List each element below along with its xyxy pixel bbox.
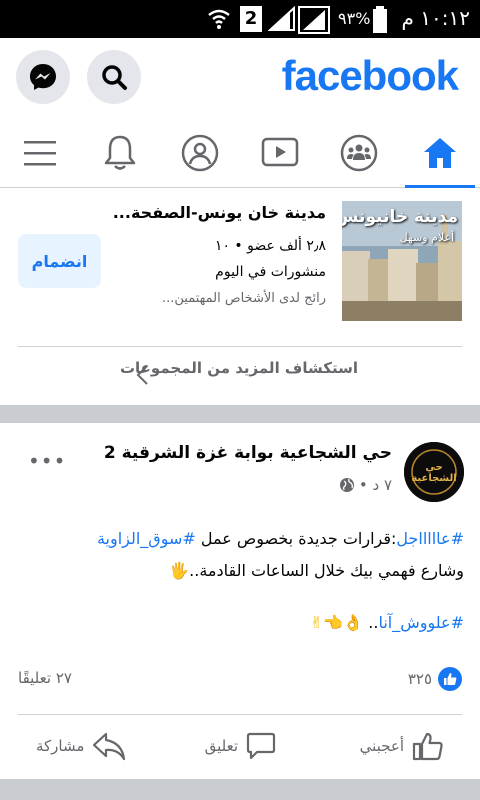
avatar[interactable]: حي الشجاعية — [404, 442, 464, 502]
bell-icon — [104, 135, 136, 170]
group-thumbnail-title: مدينة خانيونس — [342, 207, 458, 227]
tab-menu[interactable] — [5, 118, 75, 188]
post-line-1-text: :قرارات جديدة بخصوص عمل — [195, 529, 397, 548]
globe-icon — [339, 478, 354, 492]
share-icon — [93, 732, 126, 761]
sim-badge: 2 — [240, 6, 262, 32]
messenger-button[interactable] — [16, 50, 70, 104]
post-card: حي الشجاعية حي الشجاعية بوابة غزة الشرقي… — [0, 423, 480, 779]
post-text: #عاااااجل:قرارات جديدة بخصوص عمل #سوق_ال… — [16, 523, 464, 587]
battery-percent: ٩٣% — [338, 9, 371, 28]
clock: ١٠:١٢ م — [401, 6, 470, 30]
tab-watch[interactable] — [245, 118, 315, 188]
app-header: facebook — [0, 38, 480, 112]
group-name[interactable]: مدينة خان يونس-الصفحة... — [113, 203, 326, 222]
explore-groups-link[interactable]: استكشاف المزيد من المجموعات — [120, 359, 358, 377]
nav-tabs — [0, 118, 480, 188]
group-hint: رائج لدى الأشخاص المهتمين... — [162, 291, 326, 306]
group-thumbnail[interactable]: مدينة خانيونس أعلام وسهل — [342, 201, 462, 321]
comments-count[interactable]: ٢٧ تعليقًا — [18, 669, 72, 687]
tab-notifications[interactable] — [85, 118, 155, 188]
post-line-2-text: وشارع فهمي بيك خلال الساعات القادمة.. — [189, 561, 464, 580]
search-icon — [102, 65, 127, 90]
feed-separator — [0, 405, 480, 423]
like-label: أعجبني — [359, 737, 404, 755]
tab-profile[interactable] — [165, 118, 235, 188]
watch-icon — [261, 137, 299, 167]
post-author[interactable]: حي الشجاعية بوابة غزة الشرقية 2 — [104, 443, 392, 463]
like-reaction-icon — [438, 667, 462, 691]
like-button[interactable]: أعجبني — [360, 729, 444, 763]
group-meta: ٢٫٨ ألف عضو • ١٠ منشورات في اليوم — [214, 238, 326, 280]
post-timestamp[interactable]: ٧ د • — [339, 476, 392, 494]
messenger-icon — [30, 64, 56, 90]
status-bar: 2 ٩٣% ١٠:١٢ م — [0, 0, 480, 38]
home-icon — [424, 138, 456, 168]
share-label: مشاركة — [36, 737, 85, 755]
more-options-icon[interactable]: ••• — [28, 449, 66, 473]
hand-emojis: 👌👈✌ — [309, 613, 364, 632]
signal-icon — [268, 6, 295, 31]
menu-icon — [24, 141, 56, 166]
share-button[interactable]: مشاركة — [36, 729, 126, 763]
avatar-text: حي الشجاعية — [411, 462, 457, 484]
reaction-summary[interactable]: ٣٢٥ — [408, 667, 462, 691]
divider — [18, 346, 462, 347]
tab-home[interactable] — [405, 118, 475, 188]
post-line-2: وشارع فهمي بيك خلال الساعات القادمة..🖐 — [16, 555, 464, 587]
thumbs-up-icon — [412, 732, 443, 761]
reaction-count: ٣٢٥ — [407, 670, 432, 688]
divider — [18, 714, 462, 715]
group-thumbnail-subtitle: أعلام وسهل — [399, 231, 454, 244]
post-tags-suffix: .. — [368, 613, 379, 632]
profile-icon — [181, 134, 219, 172]
post-tags-line: #علووش_آنا.. 👌👈✌ — [310, 613, 464, 632]
comment-label: تعليق — [204, 737, 238, 755]
battery-icon — [373, 6, 387, 33]
post-line-1: #عاااااجل:قرارات جديدة بخصوص عمل #سوق_ال… — [16, 523, 464, 555]
hashtag-link[interactable]: #سوق_الزاوية — [97, 529, 196, 548]
groups-icon — [340, 134, 378, 172]
wifi-icon — [208, 9, 230, 29]
group-suggestion-card: مدينة خانيونس أعلام وسهل مدينة خان يونس-… — [0, 189, 480, 405]
facebook-logo[interactable]: facebook — [282, 52, 459, 100]
join-button[interactable]: انضمام — [18, 234, 101, 288]
feed-separator — [0, 779, 480, 800]
post-time-text: ٧ د • — [358, 476, 392, 494]
comment-button[interactable]: تعليق — [205, 729, 276, 763]
signal-2-icon — [298, 6, 330, 34]
comment-icon — [246, 732, 276, 760]
hashtag-link[interactable]: #عاااااجل — [396, 529, 464, 548]
tab-groups[interactable] — [324, 118, 394, 188]
raised-hand-emoji: 🖐 — [169, 561, 190, 580]
chevron-left-icon — [136, 365, 148, 385]
hashtag-link[interactable]: #علووش_آنا — [378, 613, 464, 632]
search-button[interactable] — [87, 50, 141, 104]
